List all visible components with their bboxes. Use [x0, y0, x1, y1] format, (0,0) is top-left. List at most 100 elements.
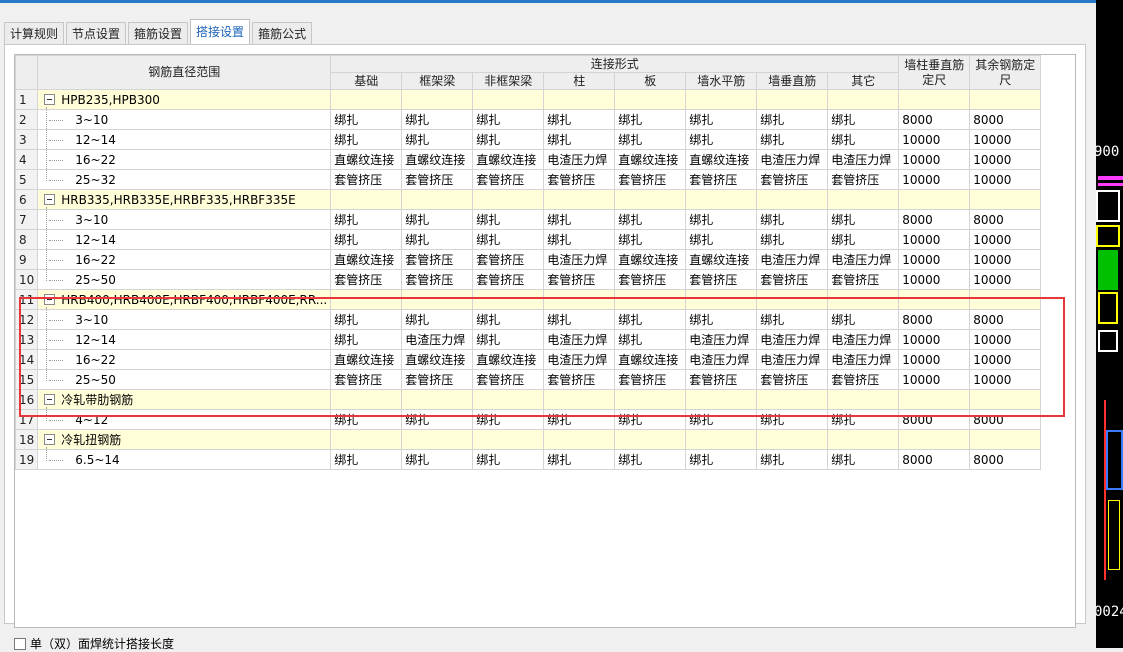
connection-cell[interactable]: 绑扎 — [685, 229, 758, 250]
table-row[interactable]: 2 3~10 绑扎 绑扎 绑扎 绑扎 绑扎 绑扎 绑扎 绑扎 8000 8000 — [15, 109, 1042, 130]
connection-cell[interactable]: 绑扎 — [685, 209, 758, 230]
connection-cell[interactable]: 绑扎 — [472, 449, 545, 470]
length-cell[interactable]: 8000 — [898, 109, 971, 130]
range-cell[interactable]: 12~14 — [37, 129, 332, 150]
connection-cell[interactable] — [685, 389, 758, 410]
connection-cell[interactable] — [756, 189, 829, 210]
length-cell[interactable]: 10000 — [969, 269, 1042, 290]
table-row[interactable]: 4 16~22 直螺纹连接 直螺纹连接 直螺纹连接 电渣压力焊 直螺纹连接 直螺纹连接 电渣压力… — [15, 149, 1042, 170]
connection-cell[interactable]: 套管挤压 — [756, 369, 829, 390]
connection-cell[interactable]: 直螺纹连接 — [401, 349, 474, 370]
connection-cell[interactable]: 直螺纹连接 — [401, 149, 474, 170]
range-cell[interactable]: 12~14 — [37, 229, 332, 250]
table-row[interactable]: 3 12~14 绑扎 绑扎 绑扎 绑扎 绑扎 绑扎 绑扎 绑扎 10000 10000 — [15, 129, 1042, 150]
connection-cell[interactable]: 直螺纹连接 — [330, 149, 403, 170]
connection-cell[interactable]: 电渣压力焊 — [827, 249, 900, 270]
connection-cell[interactable] — [472, 389, 545, 410]
connection-cell[interactable]: 绑扎 — [614, 449, 687, 470]
length-cell[interactable] — [898, 189, 971, 210]
connection-cell[interactable]: 绑扎 — [330, 449, 403, 470]
connection-cell[interactable]: 绑扎 — [543, 449, 616, 470]
connection-cell[interactable]: 直螺纹连接 — [472, 349, 545, 370]
tab-1[interactable]: 节点设置 — [66, 22, 127, 45]
range-cell[interactable]: HRB335,HRB335E,HRBF335,HRBF335E — [37, 189, 332, 210]
connection-cell[interactable] — [685, 289, 758, 310]
connection-cell[interactable]: 绑扎 — [827, 109, 900, 130]
connection-cell[interactable]: 绑扎 — [827, 129, 900, 150]
collapse-toggle-icon[interactable] — [44, 394, 56, 405]
tab-3[interactable]: 搭接设置 — [190, 19, 251, 45]
connection-cell[interactable]: 直螺纹连接 — [614, 249, 687, 270]
length-cell[interactable] — [898, 289, 971, 310]
connection-cell[interactable]: 绑扎 — [543, 409, 616, 430]
connection-cell[interactable]: 绑扎 — [401, 129, 474, 150]
tab-0[interactable]: 计算规则 — [4, 22, 65, 45]
connection-cell[interactable] — [756, 89, 829, 110]
connection-cell[interactable]: 绑扎 — [756, 229, 829, 250]
connection-cell[interactable]: 绑扎 — [827, 209, 900, 230]
length-cell[interactable]: 8000 — [898, 309, 971, 330]
connection-cell[interactable]: 套管挤压 — [756, 169, 829, 190]
connection-cell[interactable]: 绑扎 — [472, 309, 545, 330]
length-cell[interactable]: 10000 — [898, 329, 971, 350]
connection-cell[interactable]: 绑扎 — [543, 309, 616, 330]
range-cell[interactable]: HRB400,HRB400E,HRBF400,HRBF400E,RR... — [37, 289, 332, 310]
connection-cell[interactable] — [614, 389, 687, 410]
table-group-row[interactable]: 6 HRB335,HRB335E,HRBF335,HRBF335E — [15, 189, 1042, 210]
connection-cell[interactable]: 绑扎 — [330, 229, 403, 250]
tab-4[interactable]: 箍筋公式 — [252, 22, 313, 45]
connection-cell[interactable]: 电渣压力焊 — [756, 349, 829, 370]
connection-cell[interactable]: 绑扎 — [614, 229, 687, 250]
connection-cell[interactable]: 套管挤压 — [472, 169, 545, 190]
connection-cell[interactable] — [827, 289, 900, 310]
connection-cell[interactable] — [614, 289, 687, 310]
connection-cell[interactable]: 套管挤压 — [614, 269, 687, 290]
connection-cell[interactable]: 电渣压力焊 — [827, 329, 900, 350]
connection-cell[interactable]: 绑扎 — [614, 109, 687, 130]
connection-cell[interactable]: 套管挤压 — [330, 269, 403, 290]
connection-cell[interactable]: 绑扎 — [685, 109, 758, 130]
connection-cell[interactable]: 套管挤压 — [472, 369, 545, 390]
connection-cell[interactable]: 绑扎 — [543, 129, 616, 150]
connection-cell[interactable] — [472, 189, 545, 210]
connection-cell[interactable] — [401, 289, 474, 310]
connection-cell[interactable] — [827, 429, 900, 450]
connection-cell[interactable]: 绑扎 — [756, 129, 829, 150]
connection-cell[interactable]: 套管挤压 — [401, 269, 474, 290]
connection-cell[interactable] — [543, 189, 616, 210]
range-cell[interactable]: HPB235,HPB300 — [37, 89, 332, 110]
connection-cell[interactable] — [756, 389, 829, 410]
connection-cell[interactable]: 套管挤压 — [614, 369, 687, 390]
connection-cell[interactable] — [685, 89, 758, 110]
connection-cell[interactable] — [685, 429, 758, 450]
range-cell[interactable]: 6.5~14 — [37, 449, 332, 470]
connection-cell[interactable]: 绑扎 — [472, 329, 545, 350]
length-cell[interactable] — [969, 189, 1042, 210]
connection-cell[interactable]: 套管挤压 — [543, 269, 616, 290]
length-cell[interactable] — [969, 89, 1042, 110]
connection-cell[interactable]: 绑扎 — [543, 109, 616, 130]
connection-cell[interactable]: 绑扎 — [472, 409, 545, 430]
connection-cell[interactable]: 绑扎 — [685, 309, 758, 330]
table-group-row[interactable]: 16 冷轧带肋钢筋 — [15, 389, 1042, 410]
connection-cell[interactable]: 绑扎 — [756, 409, 829, 430]
length-cell[interactable]: 10000 — [898, 349, 971, 370]
connection-cell[interactable]: 直螺纹连接 — [614, 349, 687, 370]
length-cell[interactable]: 8000 — [898, 409, 971, 430]
connection-cell[interactable] — [472, 89, 545, 110]
connection-cell[interactable]: 套管挤压 — [756, 269, 829, 290]
range-cell[interactable]: 3~10 — [37, 109, 332, 130]
connection-cell[interactable]: 绑扎 — [472, 109, 545, 130]
length-cell[interactable]: 10000 — [969, 249, 1042, 270]
connection-cell[interactable] — [614, 89, 687, 110]
connection-cell[interactable]: 绑扎 — [330, 329, 403, 350]
length-cell[interactable]: 10000 — [898, 249, 971, 270]
connection-cell[interactable]: 套管挤压 — [472, 269, 545, 290]
connection-cell[interactable]: 绑扎 — [401, 449, 474, 470]
connection-cell[interactable]: 套管挤压 — [685, 169, 758, 190]
collapse-toggle-icon[interactable] — [44, 93, 56, 105]
connection-cell[interactable]: 绑扎 — [401, 229, 474, 250]
length-cell[interactable]: 10000 — [969, 329, 1042, 350]
connection-cell[interactable]: 绑扎 — [330, 129, 403, 150]
tab-2[interactable]: 箍筋设置 — [128, 22, 189, 45]
